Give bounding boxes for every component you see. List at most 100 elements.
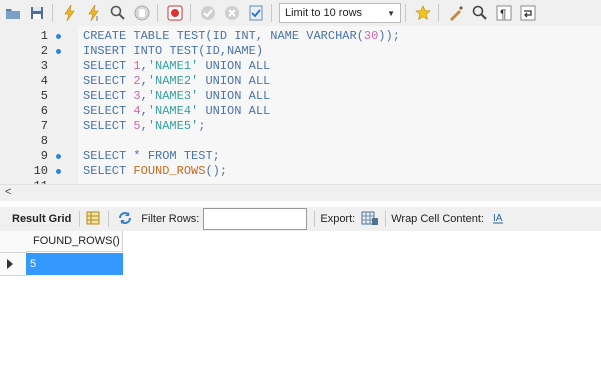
result-grid-tab[interactable]: Result Grid [12,213,71,225]
export-icon[interactable] [361,210,379,229]
code-text: SELECT 2,'NAME2' UNION ALL [83,74,270,89]
beautify-icon[interactable] [445,2,467,24]
code-token: SELECT [83,119,134,133]
wrap-cell-label: Wrap Cell Content: [391,213,484,225]
line-number: 1 [40,29,48,43]
column-header[interactable]: FOUND_ROWS() [26,231,123,252]
code-line[interactable]: 6 SELECT 4,'NAME4' UNION ALL [0,104,601,119]
code-token: TEST; [183,149,220,163]
statement-marker-icon [56,34,61,39]
grid-corner[interactable] [0,231,27,253]
code-token: , [140,89,148,103]
invisible-chars-icon[interactable]: ¶ [493,2,515,24]
code-token: 'NAME3' [147,89,199,103]
code-text: SELECT FOUND_ROWS(); [83,164,227,179]
code-token: , [140,104,148,118]
limit-rows-select[interactable]: Limit to 10 rows ▼ [279,3,401,23]
filter-rows-label: Filter Rows: [141,213,200,225]
code-line[interactable]: 2 INSERT INTO TEST(ID,NAME) [0,44,601,59]
grid-cell[interactable]: 5 [26,253,123,275]
grid-view-icon[interactable] [86,211,100,228]
code-token: , NAME [255,29,307,43]
code-line[interactable]: 1 CREATE TABLE TEST(ID INT, NAME VARCHAR(… [0,29,601,44]
find-icon[interactable] [469,2,491,24]
commit-icon[interactable] [197,2,219,24]
toolbar-separator [438,4,439,22]
code-token: TEST(ID,NAME) [169,44,264,58]
code-text: CREATE TABLE TEST(ID INT, NAME VARCHAR(3… [83,29,400,44]
code-token: , [140,119,148,133]
svg-text:I: I [96,16,98,22]
explain-icon[interactable] [107,2,129,24]
code-token: UNION ALL [198,104,271,118]
statement-marker-icon [56,154,61,159]
chevron-down-icon: ▼ [387,8,395,18]
svg-text:¶: ¶ [500,7,506,21]
rollback-icon[interactable] [221,2,243,24]
autocommit-icon[interactable] [245,2,267,24]
code-token: , [140,59,148,73]
code-token: 1 [133,59,141,73]
code-token: CREATE TABLE [83,29,177,43]
execute-icon[interactable] [59,2,81,24]
filter-rows-input[interactable] [203,208,308,230]
code-token: (); [205,164,228,178]
code-token: FROM [147,149,184,163]
statement-marker-icon [56,49,61,54]
execute-current-icon[interactable]: I [83,2,105,24]
editor-horizontal-scrollbar[interactable]: < [0,184,601,201]
code-token: 2 [133,74,141,88]
stop-icon[interactable] [131,2,153,24]
code-text: SELECT 3,'NAME3' UNION ALL [83,89,270,104]
code-text: SELECT 5,'NAME5'; [83,119,205,134]
code-token: 'NAME4' [147,104,199,118]
code-token: SELECT [83,149,134,163]
result-grid[interactable]: FOUND_ROWS() 5 [0,231,601,365]
code-token: SELECT [83,74,134,88]
code-token: 5 [133,119,141,133]
code-line[interactable]: 7 SELECT 5,'NAME5'; [0,119,601,134]
code-line[interactable]: 3 SELECT 1,'NAME1' UNION ALL [0,59,601,74]
code-token: SELECT [83,89,134,103]
toggle-continue-icon[interactable] [164,2,186,24]
code-line[interactable]: 10 SELECT FOUND_ROWS(); [0,164,601,179]
code-token: TEST(ID [176,29,235,43]
code-token: FOUND_ROWS [133,164,206,178]
export-label: Export: [320,213,356,225]
code-token: 30 [363,29,379,43]
line-number: 6 [40,104,48,118]
code-line[interactable]: 5 SELECT 3,'NAME3' UNION ALL [0,89,601,104]
save-icon[interactable] [26,2,48,24]
chevron-left-icon[interactable]: < [5,186,11,198]
code-token: SELECT [83,164,134,178]
code-token: , [140,74,148,88]
code-line[interactable]: 9 SELECT * FROM TEST; [0,149,601,164]
svg-text:IA: IA [493,213,503,224]
code-token: UNION ALL [198,74,271,88]
line-number: 7 [40,119,48,133]
code-token: INSERT INTO [83,44,170,58]
wrap-cell-icon[interactable]: IA [492,211,504,228]
toolbar-separator [79,211,81,227]
limit-rows-value: Limit to 10 rows [285,7,363,19]
code-line[interactable]: 4 SELECT 2,'NAME2' UNION ALL [0,74,601,89]
code-token: VARCHAR [306,29,357,43]
line-number: 5 [40,89,48,103]
row-indicator[interactable] [0,253,27,276]
code-token: INT [234,29,256,43]
code-line[interactable]: 8 [0,134,601,149]
line-number: 2 [40,44,48,58]
code-text: INSERT INTO TEST(ID,NAME) [83,44,263,59]
code-token: * [133,149,148,163]
open-folder-icon[interactable] [2,2,24,24]
current-row-arrow-icon [7,259,13,269]
add-snippet-icon[interactable] [412,2,434,24]
sql-editor[interactable]: 1 CREATE TABLE TEST(ID INT, NAME VARCHAR(… [0,26,601,184]
code-token: UNION ALL [198,89,271,103]
line-number: 4 [40,74,48,88]
statement-marker-icon [56,169,61,174]
refresh-icon[interactable] [117,210,133,229]
wrap-icon[interactable] [517,2,539,24]
toolbar-separator [271,4,272,22]
code-token: 'NAME5' [147,119,199,133]
